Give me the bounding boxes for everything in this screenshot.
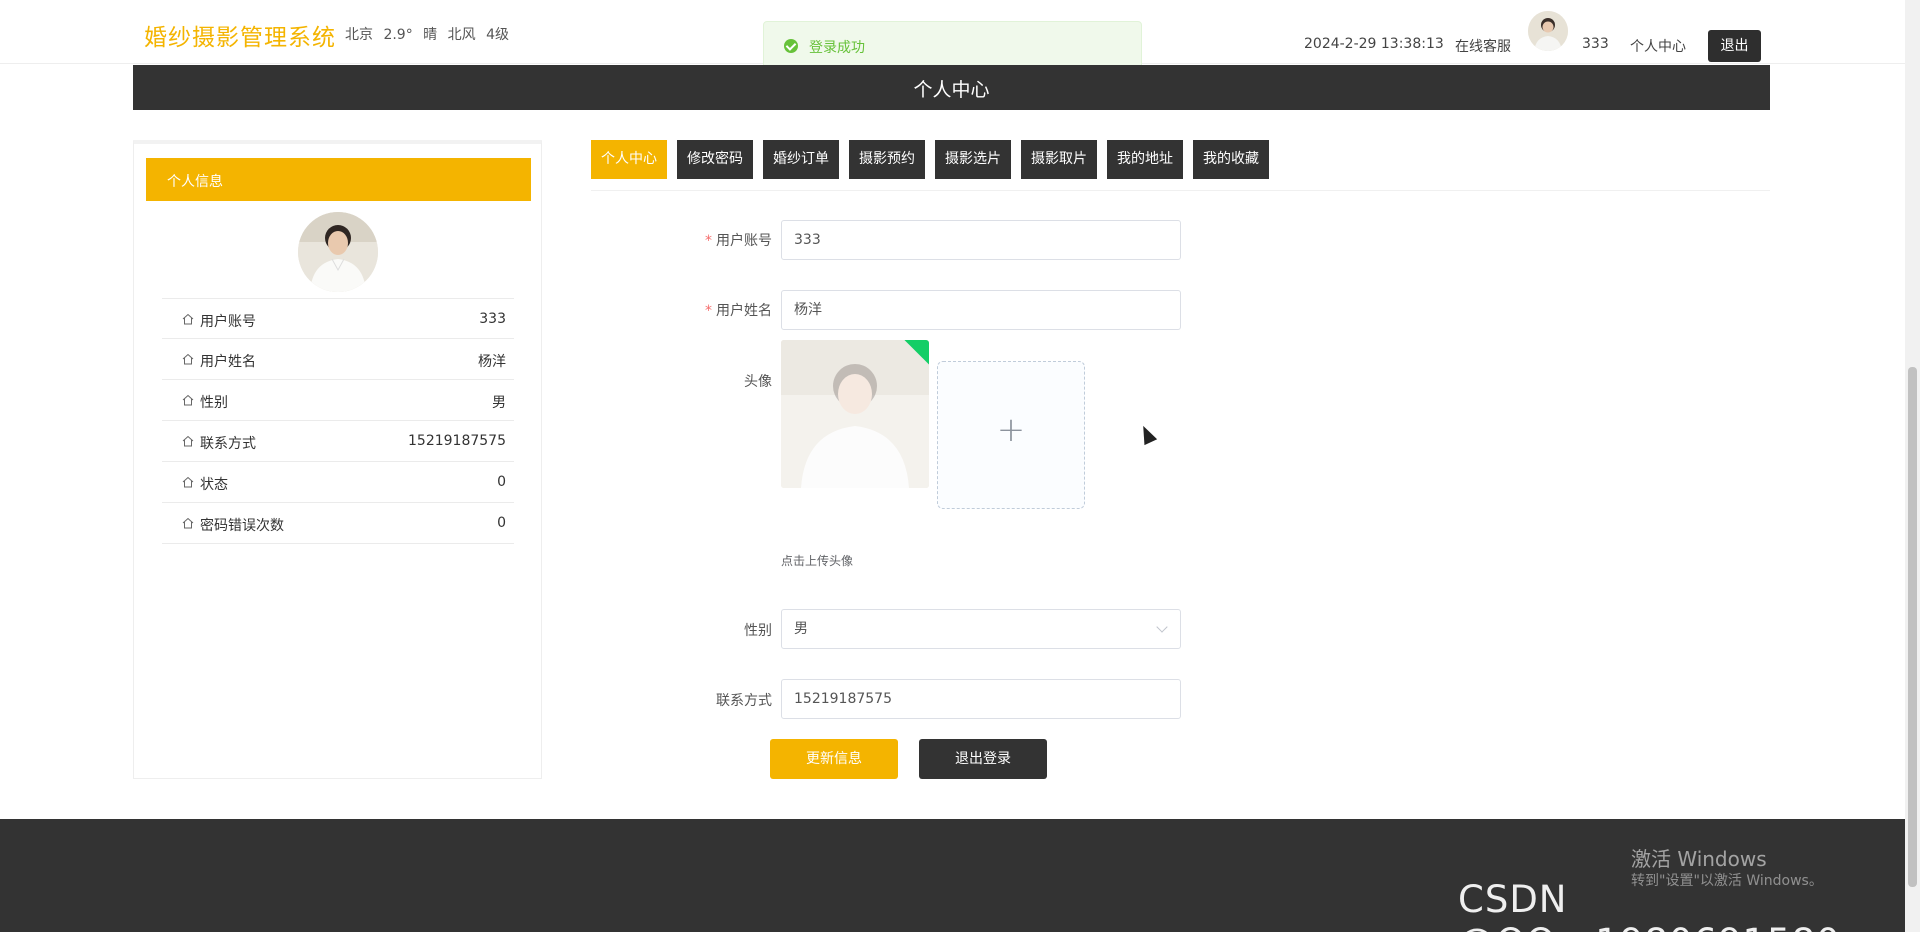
tab-change-password[interactable]: 修改密码 xyxy=(677,140,753,179)
list-item: 密码错误次数 0 xyxy=(162,503,514,544)
list-item: 用户姓名 杨洋 xyxy=(162,339,514,380)
profile-avatar xyxy=(298,212,378,292)
info-value: 0 xyxy=(497,474,506,490)
tab-wedding-orders[interactable]: 婚纱订单 xyxy=(763,140,839,179)
logout-button[interactable]: 退出登录 xyxy=(919,739,1047,779)
success-toast: 登录成功 xyxy=(763,21,1142,69)
info-label: 密码错误次数 xyxy=(200,518,284,534)
account-label-text: 用户账号 xyxy=(716,233,772,249)
info-value: 杨洋 xyxy=(478,354,506,370)
required-mark: * xyxy=(705,233,712,249)
update-info-button[interactable]: 更新信息 xyxy=(770,739,898,779)
user-center-link[interactable]: 个人中心 xyxy=(1630,36,1686,58)
tab-photo-selection[interactable]: 摄影选片 xyxy=(935,140,1011,179)
list-item: 用户账号 333 xyxy=(162,298,514,339)
tab-my-address[interactable]: 我的地址 xyxy=(1107,140,1183,179)
info-label: 状态 xyxy=(200,477,228,493)
avatar-image-icon xyxy=(781,340,929,488)
current-datetime: 2024-2-29 13:38:13 xyxy=(1304,36,1444,52)
upload-tip: 点击上传头像 xyxy=(781,554,854,568)
profile-info-panel: 个人信息 用户账号 333 用户姓名 杨洋 性别 男 联系方式 15219187… xyxy=(133,140,542,779)
chevron-down-icon xyxy=(1156,621,1168,633)
header-avatar[interactable] xyxy=(1528,11,1568,51)
gender-label: 性别 xyxy=(744,623,772,639)
plus-icon: + xyxy=(996,410,1026,450)
account-field[interactable]: 333 xyxy=(781,220,1181,260)
list-item: 联系方式 15219187575 xyxy=(162,421,514,462)
info-value: 男 xyxy=(492,395,506,411)
home-icon xyxy=(182,394,194,406)
tab-my-favorites[interactable]: 我的收藏 xyxy=(1193,140,1269,179)
phone-field[interactable]: 15219187575 xyxy=(781,679,1181,719)
page-title: 个人中心 xyxy=(913,79,990,101)
header-username[interactable]: 333 xyxy=(1582,36,1609,58)
avatar-upload-button[interactable]: + xyxy=(937,361,1085,509)
info-label: 性别 xyxy=(200,395,228,411)
windows-activation-title: 激活 Windows xyxy=(1631,847,1767,871)
avatar-image-icon xyxy=(298,212,378,292)
list-item: 性别 男 xyxy=(162,380,514,421)
info-value: 333 xyxy=(479,311,506,327)
page-scrollbar[interactable] xyxy=(1905,0,1920,932)
profile-panel-header: 个人信息 xyxy=(146,158,531,201)
csdn-watermark: CSDN @QQ__1980691580 xyxy=(1458,878,1840,932)
tabs-divider xyxy=(591,190,1770,191)
success-check-icon xyxy=(784,39,798,53)
home-icon xyxy=(182,476,194,488)
home-icon xyxy=(182,313,194,325)
avatar-label: 头像 xyxy=(744,374,772,390)
profile-info-list: 用户账号 333 用户姓名 杨洋 性别 男 联系方式 15219187575 状… xyxy=(162,298,514,544)
home-icon xyxy=(182,435,194,447)
profile-panel-title: 个人信息 xyxy=(167,174,223,190)
name-field[interactable]: 杨洋 xyxy=(781,290,1181,330)
avatar-preview[interactable] xyxy=(781,340,929,488)
account-label: * 用户账号 xyxy=(672,230,772,250)
site-logo[interactable]: 婚纱摄影管理系统 xyxy=(144,18,336,52)
tab-user-center[interactable]: 个人中心 xyxy=(591,140,667,179)
header-logout-button[interactable]: 退出 xyxy=(1708,30,1761,62)
info-value: 15219187575 xyxy=(408,433,506,449)
info-label: 联系方式 xyxy=(200,436,256,452)
list-item: 状态 0 xyxy=(162,462,514,503)
toast-message: 登录成功 xyxy=(809,40,865,56)
name-label-text: 用户姓名 xyxy=(716,303,772,319)
weather-info: 北京 2.9° 晴 北风 4级 xyxy=(345,27,509,43)
gender-value: 男 xyxy=(794,621,808,637)
name-label: * 用户姓名 xyxy=(672,300,772,320)
info-label: 用户账号 xyxy=(200,314,256,330)
mouse-cursor-icon xyxy=(1136,422,1158,446)
scrollbar-thumb[interactable] xyxy=(1908,367,1917,887)
required-mark: * xyxy=(705,303,712,319)
tab-photo-pickup[interactable]: 摄影取片 xyxy=(1021,140,1097,179)
home-icon xyxy=(182,353,194,365)
info-label: 用户姓名 xyxy=(200,354,256,370)
home-icon xyxy=(182,517,194,529)
avatar-image-icon xyxy=(1528,11,1568,51)
info-value: 0 xyxy=(497,515,506,531)
page-title-bar: 个人中心 xyxy=(133,65,1770,110)
phone-label: 联系方式 xyxy=(716,693,772,709)
gender-select[interactable]: 男 xyxy=(781,609,1181,649)
tab-photo-appointment[interactable]: 摄影预约 xyxy=(849,140,925,179)
online-service-link[interactable]: 在线客服 xyxy=(1455,36,1511,58)
